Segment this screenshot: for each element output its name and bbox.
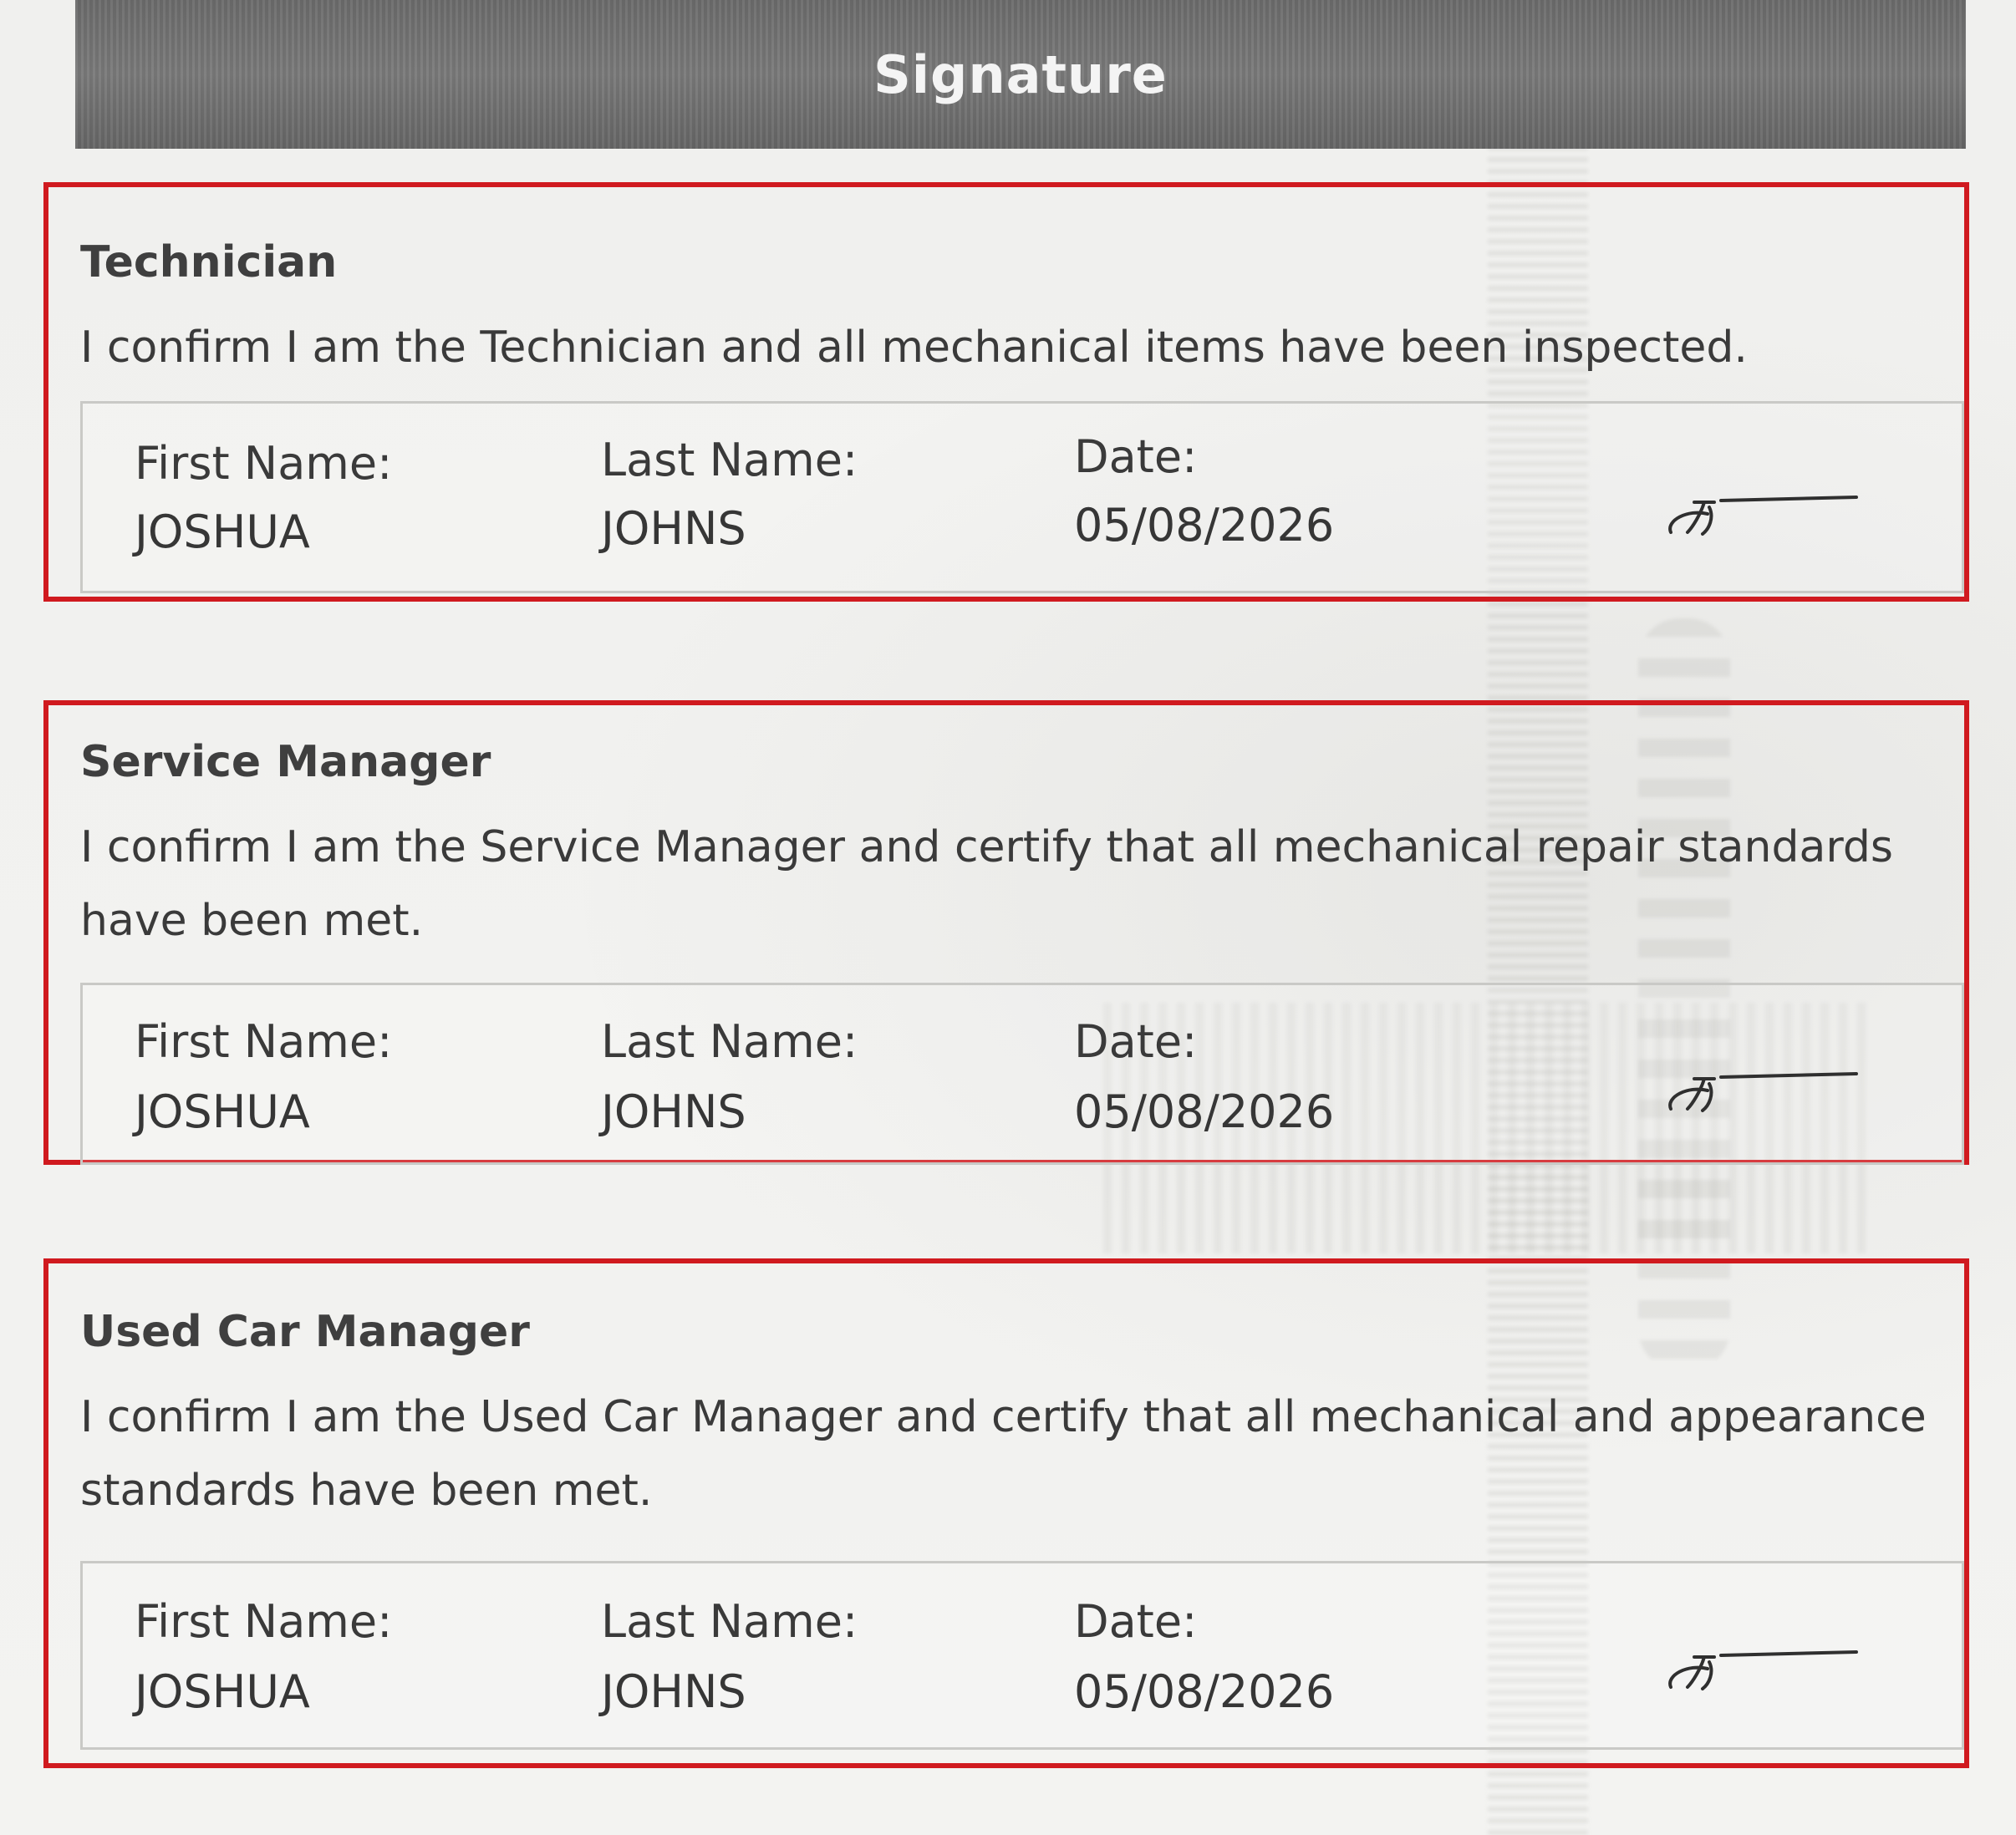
date-label: Date: bbox=[1074, 1015, 1198, 1068]
used-car-manager-signature-section: Used Car Manager I confirm I am the Used… bbox=[43, 1258, 1969, 1768]
confirmation-statement: I confirm I am the Technician and all me… bbox=[80, 323, 1748, 373]
first-name-value: JOSHUA bbox=[135, 506, 310, 558]
last-name-label: Last Name: bbox=[601, 1595, 858, 1648]
technician-signature-section: Technician I confirm I am the Technician… bbox=[43, 182, 1969, 602]
date-label: Date: bbox=[1074, 430, 1198, 483]
date-value: 05/08/2026 bbox=[1074, 1665, 1335, 1718]
date-value: 05/08/2026 bbox=[1074, 499, 1335, 552]
handwritten-signature-icon bbox=[1668, 1650, 1858, 1690]
signature-fields-box: First Name: JOSHUA Last Name: JOHNS Date… bbox=[80, 983, 1964, 1165]
last-name-label: Last Name: bbox=[601, 1015, 858, 1068]
first-name-label: First Name: bbox=[135, 1015, 393, 1068]
first-name-label: First Name: bbox=[135, 1595, 393, 1648]
signature-header-bar: Signature bbox=[75, 0, 1966, 149]
role-title: Used Car Manager bbox=[80, 1307, 530, 1357]
handwritten-signature-icon bbox=[1668, 1072, 1858, 1112]
date-label: Date: bbox=[1074, 1595, 1198, 1648]
last-name-value: JOHNS bbox=[601, 1085, 746, 1138]
last-name-label: Last Name: bbox=[601, 434, 858, 486]
role-title: Technician bbox=[80, 237, 338, 287]
handwritten-signature-icon bbox=[1668, 496, 1858, 536]
first-name-value: JOSHUA bbox=[135, 1665, 310, 1718]
first-name-label: First Name: bbox=[135, 437, 393, 490]
first-name-value: JOSHUA bbox=[135, 1085, 310, 1138]
service-manager-signature-section: Service Manager I confirm I am the Servi… bbox=[43, 700, 1969, 1165]
signature-fields-box: First Name: JOSHUA Last Name: JOHNS Date… bbox=[80, 1561, 1964, 1750]
date-value: 05/08/2026 bbox=[1074, 1085, 1335, 1138]
page-title: Signature bbox=[873, 43, 1168, 105]
signature-fields-box: First Name: JOSHUA Last Name: JOHNS Date… bbox=[80, 401, 1964, 593]
last-name-value: JOHNS bbox=[601, 502, 746, 555]
role-title: Service Manager bbox=[80, 737, 491, 787]
confirmation-statement: I confirm I am the Used Car Manager and … bbox=[80, 1392, 1927, 1516]
last-name-value: JOHNS bbox=[601, 1665, 746, 1718]
document-page: Signature Technician I confirm I am the … bbox=[0, 0, 2016, 1835]
confirmation-statement: I confirm I am the Service Manager and c… bbox=[80, 822, 1893, 946]
